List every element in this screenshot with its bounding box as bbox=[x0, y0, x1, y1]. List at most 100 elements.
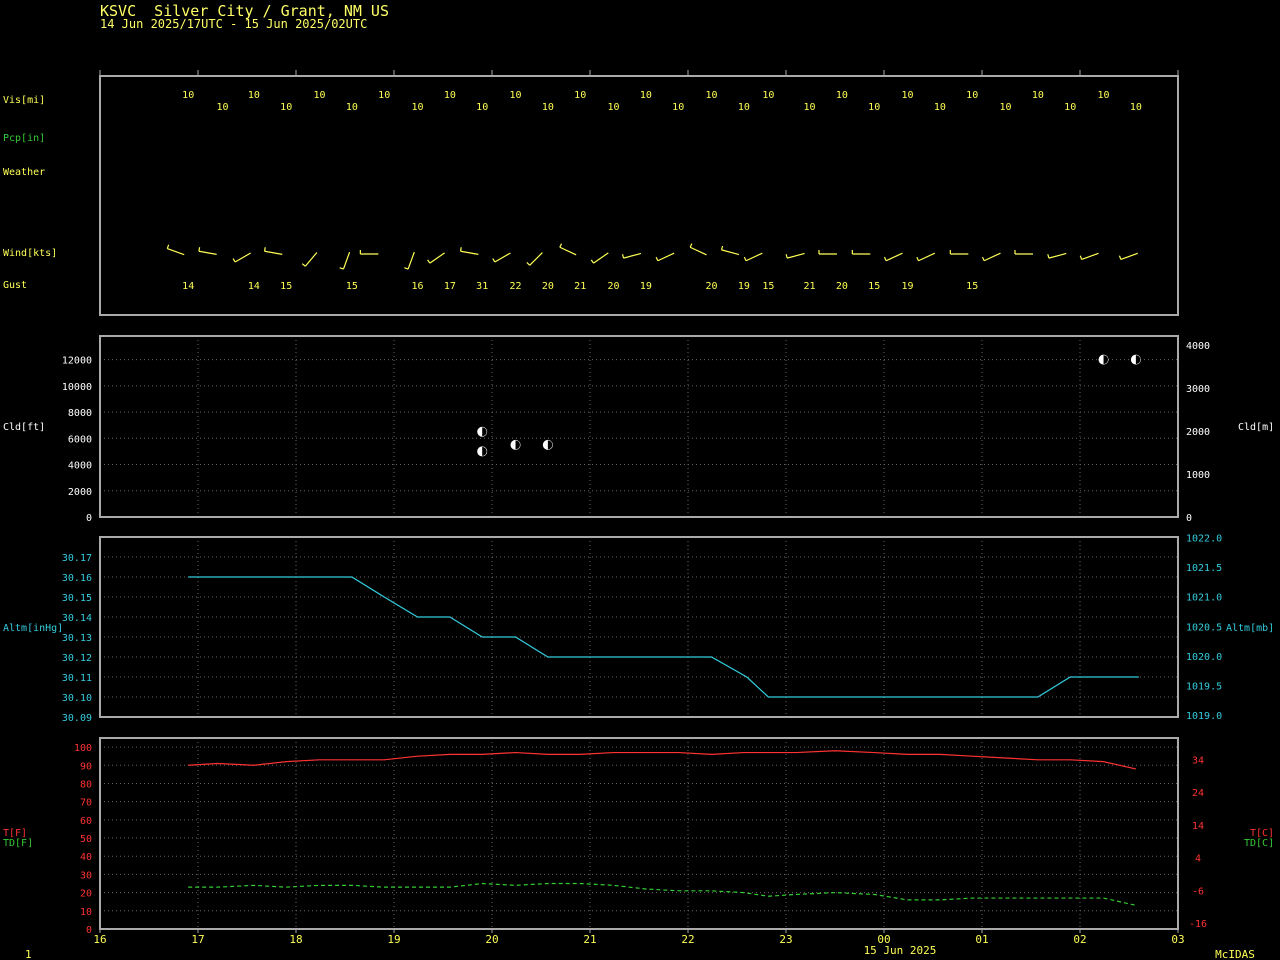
footer-left: 1 bbox=[25, 948, 32, 960]
wind-barb bbox=[720, 245, 740, 256]
wind-barb-shaft bbox=[983, 252, 1001, 262]
row-label-gust: Gust bbox=[3, 280, 27, 291]
x-axis-label: 22 bbox=[681, 933, 694, 946]
gust-value: 19 bbox=[640, 281, 652, 292]
gust-value: 20 bbox=[542, 281, 554, 292]
wind-barb-shaft bbox=[1081, 252, 1099, 261]
wind-barb-feather bbox=[883, 256, 887, 262]
cld-left-tick: 0 bbox=[86, 513, 92, 524]
temp-right-tick: -16 bbox=[1189, 919, 1207, 930]
vis-value: 10 bbox=[1130, 102, 1142, 113]
vis-value: 10 bbox=[999, 102, 1011, 113]
wind-barb bbox=[883, 252, 903, 262]
alt-left-tick: 30.13 bbox=[62, 633, 92, 644]
x-axis-label: 19 bbox=[387, 933, 400, 946]
vis-value: 10 bbox=[346, 102, 358, 113]
alt-left-tick: 30.12 bbox=[62, 653, 92, 664]
row-label-wind: Wind[kts] bbox=[3, 248, 57, 259]
x-axis-label: 18 bbox=[289, 933, 302, 946]
alt-left-tick: 30.11 bbox=[62, 673, 92, 684]
gust-value: 16 bbox=[411, 281, 423, 292]
temp-right-tick: 24 bbox=[1192, 788, 1204, 799]
wind-barb-feather bbox=[743, 256, 747, 262]
temp-right-tick: 4 bbox=[1195, 854, 1201, 865]
vis-value: 10 bbox=[411, 102, 423, 113]
x-axis-label: 03 bbox=[1171, 933, 1184, 946]
temp-left-tick: 30 bbox=[80, 870, 92, 881]
x-axis-label: 17 bbox=[191, 933, 204, 946]
wind-barb-feather bbox=[459, 247, 462, 252]
wind-barb-shaft bbox=[264, 250, 283, 255]
wind-barb-feather bbox=[1047, 254, 1050, 259]
alt-right-tick: 1022.0 bbox=[1186, 534, 1222, 545]
vis-value: 10 bbox=[444, 90, 456, 101]
wind-barb-feather bbox=[404, 267, 409, 270]
footer-brand: McIDAS bbox=[1215, 948, 1255, 960]
wind-barb-feather bbox=[301, 263, 306, 267]
wind-barb-shaft bbox=[885, 252, 903, 262]
alt-left-tick: 30.14 bbox=[62, 613, 92, 624]
vis-value: 10 bbox=[1064, 102, 1076, 113]
alt-left-tick: 30.15 bbox=[62, 593, 92, 604]
wind-barb bbox=[785, 252, 805, 259]
wind-barb bbox=[1047, 252, 1067, 259]
wind-barb-shaft bbox=[494, 252, 511, 263]
wind-barb-feather bbox=[916, 256, 920, 262]
x-axis-label: 21 bbox=[583, 933, 596, 946]
temp-left-tick: 20 bbox=[80, 889, 92, 900]
cld-left-tick: 6000 bbox=[68, 434, 92, 445]
temp-left-tick: 80 bbox=[80, 779, 92, 790]
alt-right-label: Altm[mb] bbox=[1226, 623, 1274, 634]
temp-left-tick: 90 bbox=[80, 761, 92, 772]
dewpoint-left-label: TD[F] bbox=[3, 838, 33, 849]
vis-value: 10 bbox=[672, 102, 684, 113]
wind-barb bbox=[263, 247, 283, 255]
wind-barb-feather bbox=[166, 244, 170, 249]
temp-left-tick: 0 bbox=[86, 925, 92, 936]
wind-barb-shaft bbox=[529, 252, 543, 266]
vis-value: 10 bbox=[762, 90, 774, 101]
wind-barb bbox=[492, 252, 511, 263]
cld-right-tick: 3000 bbox=[1186, 384, 1210, 395]
temp-left-tick: 100 bbox=[74, 743, 92, 754]
wind-barb-feather bbox=[198, 247, 201, 252]
cloud-marker bbox=[542, 439, 553, 450]
x-axis-label: 02 bbox=[1073, 933, 1086, 946]
vis-value: 10 bbox=[934, 102, 946, 113]
wind-barb-shaft bbox=[234, 252, 251, 263]
gust-value: 19 bbox=[738, 281, 750, 292]
wind-barb bbox=[1118, 252, 1138, 261]
alt-right-tick: 1020.0 bbox=[1186, 652, 1222, 663]
vis-value: 10 bbox=[182, 90, 194, 101]
cld-left-tick: 8000 bbox=[68, 408, 92, 419]
wind-barb bbox=[655, 252, 675, 262]
temp-left-tick: 60 bbox=[80, 816, 92, 827]
wind-barb bbox=[232, 252, 251, 263]
wind-barb bbox=[404, 251, 415, 270]
vis-value: 10 bbox=[705, 90, 717, 101]
alt-right-tick: 1019.0 bbox=[1186, 711, 1222, 722]
cld-left-tick: 4000 bbox=[68, 461, 92, 472]
cloud-marker bbox=[510, 439, 521, 450]
cld-right-tick: 4000 bbox=[1186, 341, 1210, 352]
wind-barb bbox=[198, 247, 217, 255]
x-axis-label: 16 bbox=[93, 933, 106, 946]
dewpoint-line bbox=[188, 882, 1136, 906]
cld-right-tick: 2000 bbox=[1186, 427, 1210, 438]
vis-value: 10 bbox=[378, 90, 390, 101]
wind-barb-shaft bbox=[689, 246, 707, 256]
wind-barb bbox=[981, 252, 1001, 262]
alt-left-label: Altm[inHg] bbox=[3, 623, 63, 634]
cloud-marker bbox=[477, 426, 488, 437]
wind-barb-feather bbox=[559, 243, 563, 248]
wind-barb bbox=[1079, 252, 1099, 261]
gust-value: 15 bbox=[966, 281, 978, 292]
wind-barb-feather bbox=[492, 258, 496, 263]
cld-right-label: Cld[m] bbox=[1238, 422, 1274, 433]
wind-barb bbox=[949, 250, 969, 255]
wind-barb-shaft bbox=[559, 246, 577, 256]
wind-barb-feather bbox=[621, 254, 625, 259]
gust-value: 20 bbox=[836, 281, 848, 292]
wind-barb-shaft bbox=[167, 247, 185, 256]
wind-barb-shaft bbox=[787, 252, 805, 259]
